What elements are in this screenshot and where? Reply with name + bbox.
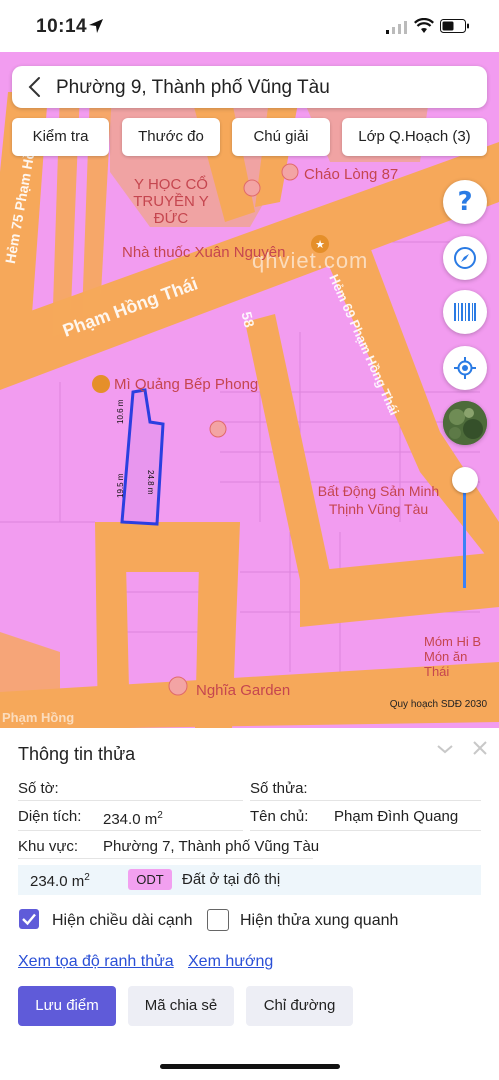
page-title: Phường 9, Thành phố Vũng Tàu bbox=[56, 77, 330, 98]
region-label: Khu vực: bbox=[18, 838, 79, 855]
area-value: 234.0 m2 bbox=[103, 810, 163, 828]
status-bar: 10:14 bbox=[0, 0, 499, 52]
compass-icon bbox=[454, 247, 476, 269]
barcode-icon bbox=[454, 303, 476, 321]
poi-label: Bất Động Sản Minh Thịnh Vũng Tàu bbox=[317, 483, 440, 517]
view-boundary-coords-link[interactable]: Xem tọa độ ranh thửa bbox=[18, 953, 174, 971]
land-use-row: 234.0 m2 ODT Đất ở tại đô thị bbox=[18, 865, 481, 895]
divider bbox=[250, 800, 481, 801]
land-area-unit-superscript: 2 bbox=[84, 872, 90, 883]
battery-icon bbox=[440, 19, 469, 33]
planning-layers-button[interactable]: Lớp Q.Hoạch (3) bbox=[342, 118, 487, 156]
checkmark-icon bbox=[22, 913, 36, 926]
help-button[interactable]: ? bbox=[443, 180, 487, 224]
back-chevron-icon[interactable] bbox=[24, 75, 48, 99]
owner-label: Tên chủ: bbox=[250, 808, 309, 825]
poi-label: Mì Quảng Bếp Phong bbox=[114, 376, 259, 393]
poi-label: Nhà thuốc Xuân Nguyên bbox=[122, 244, 286, 261]
show-edge-length-checkbox[interactable] bbox=[19, 909, 39, 929]
show-nearby-parcels-label[interactable]: Hiện thửa xung quanh bbox=[240, 912, 398, 930]
legend-button[interactable]: Chú giải bbox=[232, 118, 330, 156]
poi-label: Y HỌC CỔ TRUYỀN Y ĐỨC bbox=[133, 176, 209, 227]
parcel-info-sheet: Thông tin thửa Số tờ: Số thửa: Diện tích… bbox=[0, 728, 499, 1080]
region-value: Phường 7, Thành phố Vũng Tàu bbox=[103, 838, 320, 855]
location-arrow-icon bbox=[89, 19, 103, 33]
area-unit-superscript: 2 bbox=[157, 810, 163, 821]
parcel-edge-length: 24.8 m bbox=[146, 470, 155, 495]
cellular-signal-icon bbox=[386, 21, 407, 34]
road-label-bottom: Phạm Hồng bbox=[2, 710, 75, 725]
wifi-icon bbox=[414, 18, 434, 33]
poi-label: Móm Hi B Món ăn Thái bbox=[424, 634, 482, 679]
sheet-title: Thông tin thửa bbox=[18, 744, 136, 764]
map-attribution: Quy hoạch SDĐ 2030 bbox=[389, 699, 487, 710]
location-header: Phường 9, Thành phố Vũng Tàu bbox=[12, 66, 487, 108]
divider bbox=[250, 830, 481, 831]
satellite-thumbnail-icon bbox=[443, 401, 487, 445]
check-button[interactable]: Kiểm tra bbox=[12, 118, 109, 156]
parcel-number-label: Số thửa: bbox=[250, 780, 308, 797]
question-icon: ? bbox=[457, 187, 473, 217]
divider bbox=[18, 858, 313, 859]
road-label-short: 58 bbox=[238, 310, 258, 329]
land-type: Đất ở tại đô thị bbox=[182, 871, 281, 888]
sheet-number-label: Số tờ: bbox=[18, 780, 59, 797]
area-label: Diện tích: bbox=[18, 808, 82, 825]
parcel-edge-length: 10.6 m bbox=[116, 399, 125, 424]
poi-label: Cháo Lòng 87 bbox=[304, 166, 399, 183]
show-edge-length-label[interactable]: Hiện chiều dài cạnh bbox=[52, 912, 193, 930]
owner-value: Phạm Đình Quang bbox=[334, 808, 459, 825]
land-code-badge: ODT bbox=[128, 869, 172, 890]
home-indicator bbox=[160, 1064, 340, 1069]
divider bbox=[18, 800, 243, 801]
compass-button[interactable] bbox=[443, 236, 487, 280]
parcel-edge-length: 19.5 m bbox=[116, 473, 125, 498]
view-direction-link[interactable]: Xem hướng bbox=[188, 953, 273, 971]
share-code-button[interactable]: Mã chia sẻ bbox=[128, 986, 234, 1026]
directions-button[interactable]: Chỉ đường bbox=[246, 986, 353, 1026]
opacity-slider-track[interactable] bbox=[463, 480, 466, 588]
crosshair-icon bbox=[454, 357, 476, 379]
my-location-button[interactable] bbox=[443, 346, 487, 390]
barcode-button[interactable] bbox=[443, 290, 487, 334]
show-nearby-parcels-checkbox[interactable] bbox=[207, 909, 229, 931]
poi-label: Nghĩa Garden bbox=[196, 682, 291, 699]
opacity-slider-thumb[interactable] bbox=[452, 467, 478, 493]
land-area: 234.0 m2 bbox=[30, 872, 90, 890]
chevron-down-icon[interactable] bbox=[436, 740, 454, 758]
land-area-number: 234.0 m bbox=[30, 873, 85, 890]
status-time: 10:14 bbox=[36, 16, 88, 37]
divider bbox=[18, 830, 243, 831]
save-point-button[interactable]: Lưu điểm bbox=[18, 986, 116, 1026]
close-icon[interactable] bbox=[472, 740, 488, 756]
satellite-layer-button[interactable] bbox=[443, 401, 487, 445]
area-number: 234.0 m bbox=[103, 811, 158, 828]
measure-button[interactable]: Thước đo bbox=[122, 118, 220, 156]
